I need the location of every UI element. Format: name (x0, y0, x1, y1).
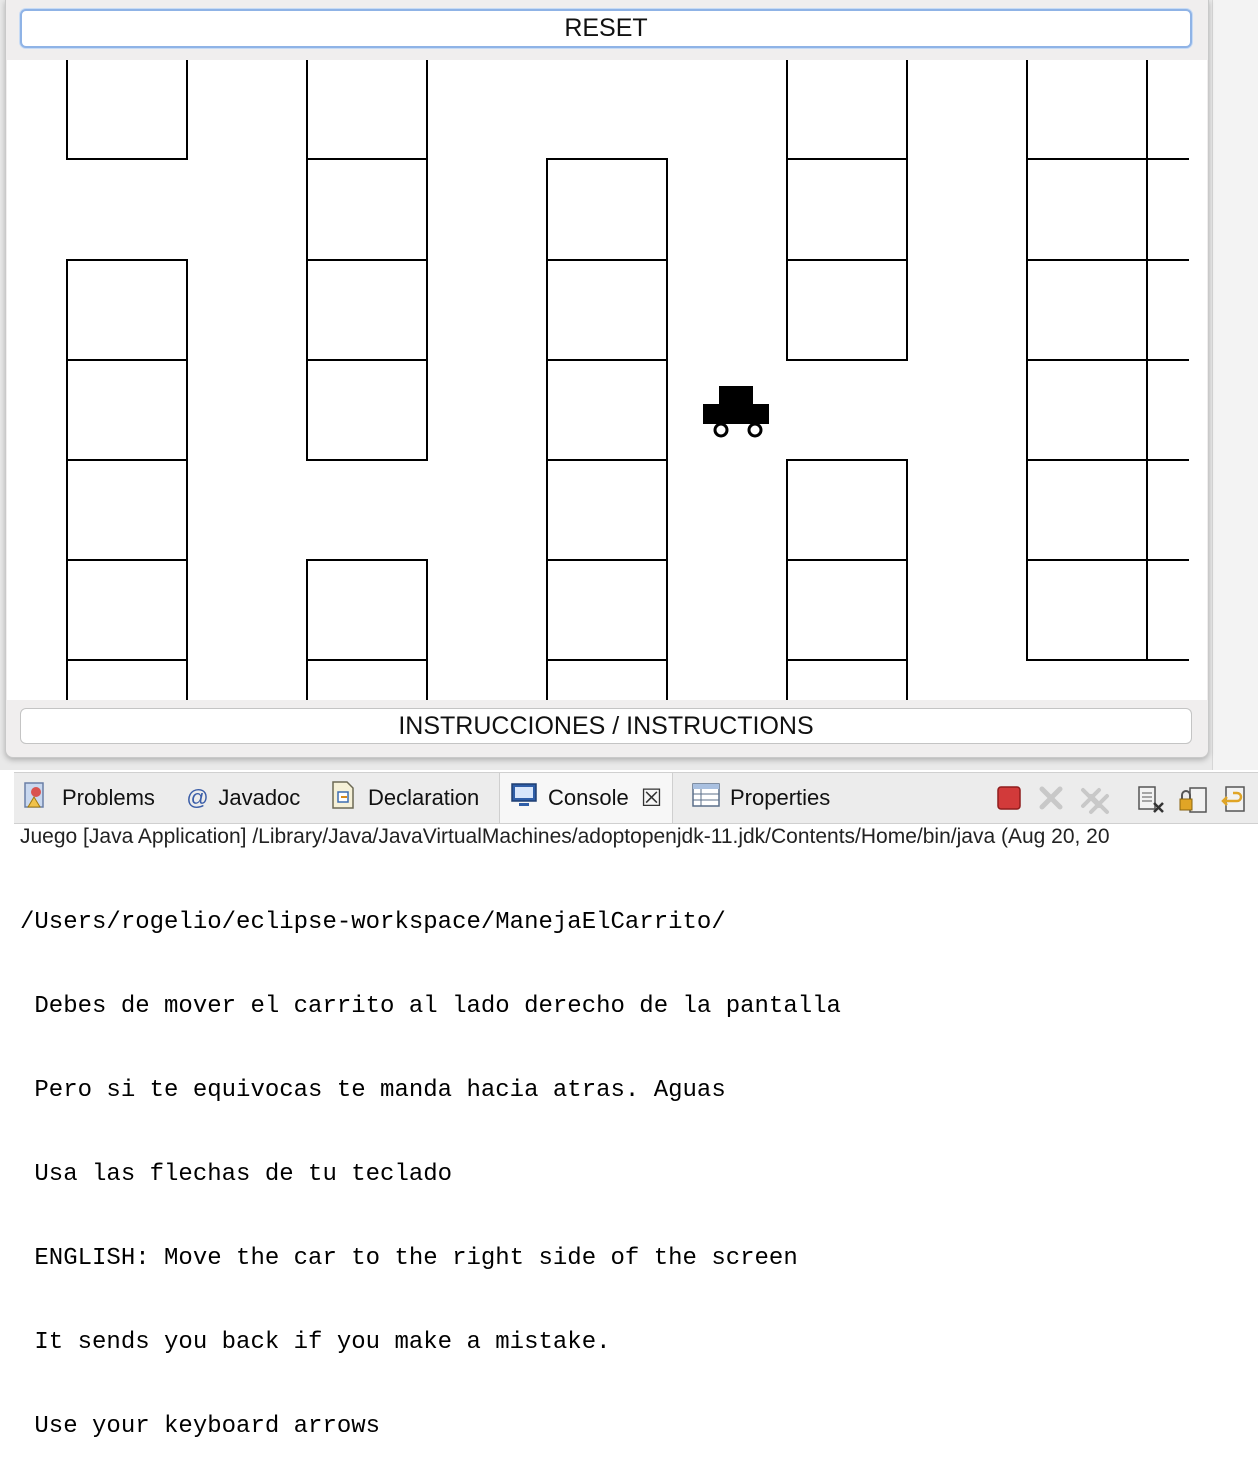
remove-all-launches-icon[interactable] (1080, 785, 1109, 814)
tab-properties[interactable]: Properties (692, 773, 830, 823)
wall-block (66, 359, 188, 461)
wall-block (306, 559, 428, 661)
car (703, 386, 769, 438)
wall-block (546, 559, 668, 661)
wall-block (1026, 158, 1148, 261)
wall-block (66, 259, 188, 361)
game-canvas[interactable] (7, 60, 1207, 700)
wall-block (1026, 259, 1148, 361)
tab-label: Properties (730, 785, 831, 810)
wall-block (66, 459, 188, 561)
console-line: /Users/rogelio/eclipse-workspace/ManejaE… (20, 909, 726, 936)
ide-editor-edge (1212, 0, 1258, 770)
declaration-icon (330, 780, 358, 816)
wall-block (786, 158, 908, 261)
wall-block (1026, 459, 1148, 561)
javadoc-at-icon: @ (186, 785, 209, 810)
instructions-button[interactable]: INSTRUCCIONES / INSTRUCTIONS (20, 708, 1192, 744)
reset-button[interactable]: RESET (20, 9, 1192, 48)
close-tab-icon[interactable]: ☒ (641, 784, 663, 813)
tab-problems[interactable]: Problems (22, 773, 155, 823)
wall-block (786, 259, 908, 361)
wall-block (1026, 60, 1148, 160)
view-tab-bar: Problems @ Javadoc Declaration Console ☒ (14, 772, 1258, 824)
console-icon (510, 782, 538, 814)
properties-icon (692, 782, 720, 814)
tab-label: Declaration (368, 785, 480, 810)
wall-block (306, 659, 428, 700)
console-line: It sends you back if you make a mistake. (20, 1329, 611, 1356)
clear-console-icon[interactable] (1136, 785, 1164, 813)
wall-block (786, 559, 908, 661)
tab-label: Javadoc (218, 785, 301, 810)
console-output[interactable]: /Users/rogelio/eclipse-workspace/ManejaE… (20, 853, 1250, 1469)
wall-block (786, 459, 908, 561)
tab-javadoc[interactable]: @ Javadoc (186, 773, 300, 823)
parking-lot-maze (66, 60, 1189, 700)
console-line: Usa las flechas de tu teclado (20, 1161, 453, 1188)
wall-block (786, 60, 908, 160)
console-line: Use your keyboard arrows (20, 1413, 381, 1440)
wall-block (1026, 359, 1148, 461)
wall-block (1026, 559, 1148, 661)
problems-icon (22, 780, 52, 816)
console-line: ENGLISH: Move the car to the right side … (20, 1245, 798, 1272)
wall-block (786, 659, 908, 700)
wall-block (546, 158, 668, 261)
word-wrap-icon[interactable] (1220, 785, 1246, 812)
wall-block (306, 359, 428, 461)
wall-block (546, 659, 668, 700)
wall-block (306, 60, 428, 160)
wall-block (546, 259, 668, 361)
wall-block (306, 158, 428, 261)
tab-label: Problems (62, 785, 155, 810)
tab-label: Console (548, 785, 629, 810)
tab-console[interactable]: Console ☒ (499, 773, 674, 823)
game-window: RESET INSTRUCCIONES / INSTRUCTIONS (5, 0, 1209, 758)
console-launch-header: Juego [Java Application] /Library/Java/J… (20, 825, 1110, 848)
tab-declaration[interactable]: Declaration (330, 773, 479, 823)
wall-block (66, 60, 188, 160)
wall-block (306, 259, 428, 361)
console-line: Debes de mover el carrito al lado derech… (20, 993, 841, 1020)
scroll-lock-icon[interactable] (1178, 785, 1207, 813)
remove-launch-icon[interactable] (1038, 785, 1064, 811)
wall-block (66, 659, 188, 700)
wall-block (66, 559, 188, 661)
console-line: Pero si te equivocas te manda hacia atra… (20, 1077, 726, 1104)
wall-block (546, 459, 668, 561)
terminate-icon[interactable] (996, 785, 1022, 811)
wall-block (546, 359, 668, 461)
